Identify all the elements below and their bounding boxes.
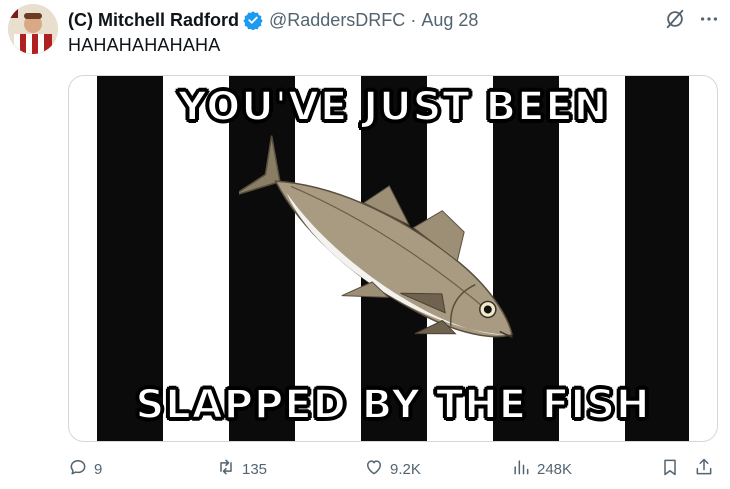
verified-badge-icon[interactable] <box>243 10 263 31</box>
tweet[interactable]: (C) Mitchell Radford @RaddersDRFC · Aug … <box>0 0 730 489</box>
bookmark-icon <box>660 457 680 481</box>
views-button[interactable]: 248K <box>511 456 572 482</box>
grok-icon[interactable] <box>664 8 686 30</box>
separator-dot: · <box>410 9 417 30</box>
views-icon <box>511 457 531 481</box>
tweet-date[interactable]: Aug 28 <box>421 10 478 31</box>
tweet-text: HAHAHAHAHAHA <box>68 35 221 55</box>
like-count: 9.2K <box>390 460 421 478</box>
retweet-count: 135 <box>242 460 268 478</box>
reply-count: 9 <box>94 460 103 478</box>
heart-icon <box>364 457 384 481</box>
reply-icon <box>68 457 88 481</box>
tweet-top-actions <box>664 8 720 30</box>
meme-top-caption: YOU'VE JUST BEEN <box>177 83 609 131</box>
meme-bottom-caption: SLAPPED BY THE FISH <box>134 381 651 429</box>
share-icon <box>694 457 714 481</box>
bookmark-button[interactable] <box>660 456 680 482</box>
reply-button[interactable]: 9 <box>68 456 102 482</box>
share-button[interactable] <box>694 456 714 482</box>
tweet-actions-bar: 9 135 9.2K 248K <box>68 456 720 482</box>
retweet-button[interactable]: 135 <box>216 456 267 482</box>
user-handle[interactable]: @RaddersDRFC <box>269 10 405 31</box>
tweet-media-image[interactable]: YOU'VE JUST BEEN SLAPPED BY THE FISH <box>68 75 718 442</box>
avatar[interactable] <box>8 4 58 54</box>
like-button[interactable]: 9.2K <box>364 456 421 482</box>
more-icon[interactable] <box>698 8 720 30</box>
tweet-header: (C) Mitchell Radford @RaddersDRFC · Aug … <box>68 8 478 32</box>
fish-image <box>239 135 513 339</box>
views-count: 248K <box>537 460 573 478</box>
retweet-icon <box>216 457 236 481</box>
display-name[interactable]: (C) Mitchell Radford <box>68 10 239 31</box>
